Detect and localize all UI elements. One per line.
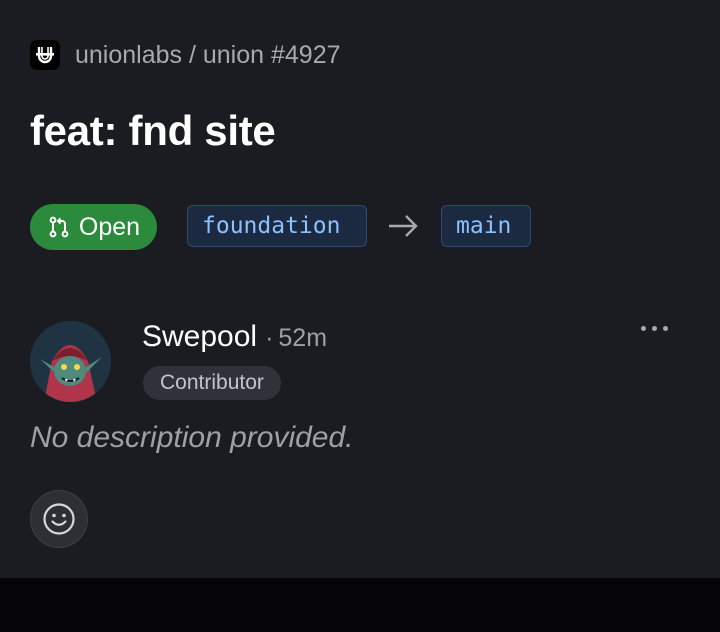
smiley-icon <box>43 503 75 535</box>
comment-body: No description provided. <box>30 421 354 454</box>
comment-meta: Swepool · 52m <box>142 320 327 354</box>
role-badge: Contributor <box>143 366 281 400</box>
more-horizontal-icon[interactable] <box>641 326 668 331</box>
pr-title: feat: fnd site <box>30 107 276 154</box>
add-reaction-button[interactable] <box>30 490 88 548</box>
head-branch[interactable]: foundation <box>187 205 367 247</box>
git-pull-request-icon <box>49 216 69 238</box>
base-branch[interactable]: main <box>441 205 531 247</box>
status-badge: Open <box>30 204 157 250</box>
meta-separator: · <box>265 324 274 352</box>
arrow-right-icon <box>389 215 418 237</box>
goblin-avatar[interactable] <box>30 321 111 402</box>
comment-time[interactable]: 52m <box>278 324 327 353</box>
repo-header[interactable]: unionlabs / union #4927 <box>30 40 341 70</box>
pull-request-card: unionlabs / union #4927 feat: fnd site O… <box>0 0 720 578</box>
status-label: Open <box>78 212 141 241</box>
union-logo-icon <box>30 40 60 70</box>
author-name[interactable]: Swepool <box>142 320 257 354</box>
repo-name[interactable]: unionlabs / union #4927 <box>75 41 341 70</box>
